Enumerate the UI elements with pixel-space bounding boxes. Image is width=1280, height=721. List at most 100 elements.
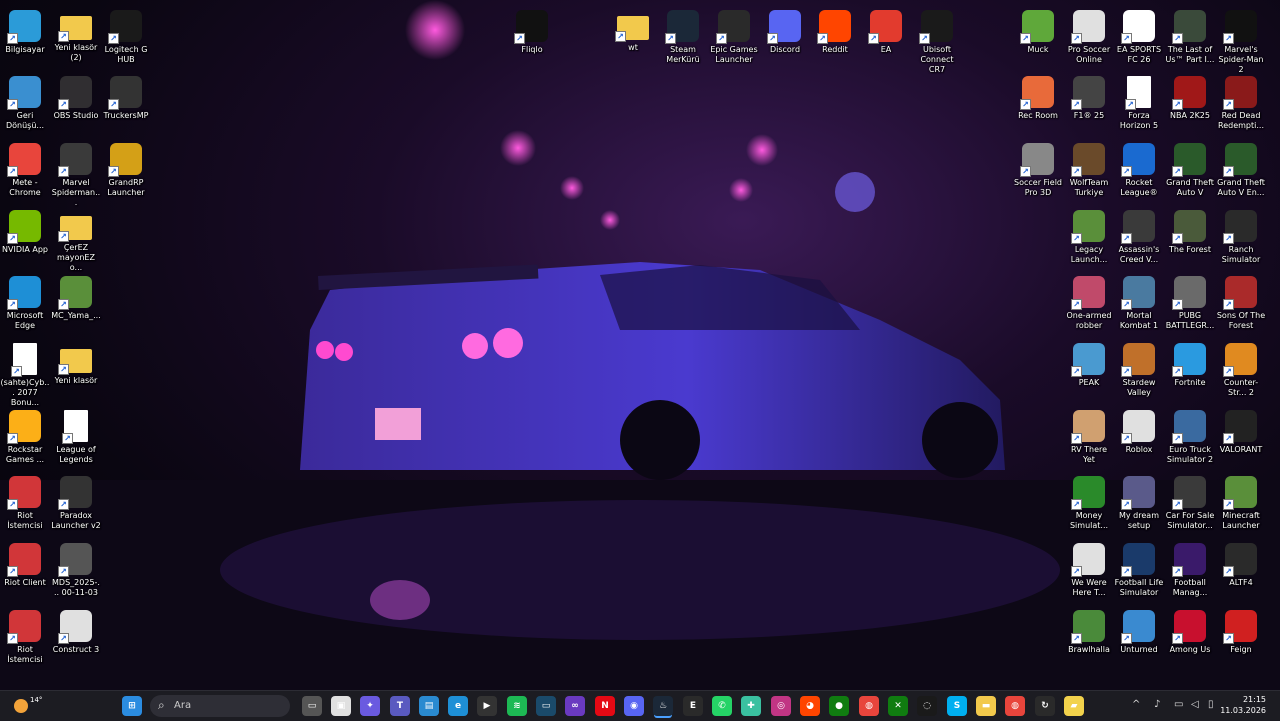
desktop-icon[interactable]: ↗ Discord xyxy=(760,10,810,55)
desktop-icon[interactable]: ↗ OBS Studio xyxy=(51,76,101,121)
clock[interactable]: 21:15 11.03.2026 xyxy=(1206,694,1266,716)
chrome-profile-icon[interactable]: ◍ xyxy=(1005,696,1025,716)
desktop-icon[interactable]: ↗ TruckersMP xyxy=(101,76,151,121)
desktop-icon[interactable]: ↗ Among Us xyxy=(1165,610,1215,655)
chevron-up-icon[interactable]: ^ xyxy=(1132,699,1140,710)
desktop-icon[interactable]: ↗ GrandRP Launcher xyxy=(101,143,151,198)
desktop-icon[interactable]: ↗ RV There Yet xyxy=(1064,410,1114,465)
ubisoft-icon[interactable]: ◌ xyxy=(917,696,937,716)
desktop-icon[interactable]: ↗ Paradox Launcher v2 xyxy=(51,476,101,531)
desktop-icon[interactable]: ↗ NVIDIA App xyxy=(0,210,50,255)
desktop-icon[interactable]: ↗ EA SPORTS FC 26 xyxy=(1114,10,1164,65)
desktop-icon[interactable]: ↗ Football Life Simulator xyxy=(1114,543,1164,598)
desktop-icon[interactable]: ↗ WolfTeam Turkiye xyxy=(1064,143,1114,198)
desktop-icon[interactable]: ↗ MC_Yama_... xyxy=(51,276,101,321)
skype-icon[interactable]: S xyxy=(947,696,967,716)
desktop-icon[interactable]: ↗ Marvel Spiderman... xyxy=(51,143,101,208)
desktop-icon[interactable]: ↗ Geri Dönüşü... xyxy=(0,76,50,131)
desktop-icon[interactable]: ↗ Football Manag... xyxy=(1165,543,1215,598)
desktop-icon[interactable]: ↗ Fliqlo xyxy=(507,10,557,55)
desktop-icon[interactable]: ↗ Fortnite xyxy=(1165,343,1215,388)
desktop-icon[interactable]: ↗ Yeni klasör (2) xyxy=(51,10,101,63)
desktop-icon[interactable]: ↗ The Forest xyxy=(1165,210,1215,255)
desktop-icon[interactable]: ↗ F1® 25 xyxy=(1064,76,1114,121)
desktop-icon[interactable]: ↗ PEAK xyxy=(1064,343,1114,388)
desktop-icon[interactable]: ↗ (sahte)Cyb... 2077 Bonu... xyxy=(0,343,50,408)
store-icon[interactable]: ▣ xyxy=(331,696,351,716)
desktop-icon[interactable]: ↗ PUBG BATTLEGR... xyxy=(1165,276,1215,331)
desktop-icon[interactable]: ↗ The Last of Us™ Part I... xyxy=(1165,10,1215,65)
microphone-icon[interactable]: ♪ xyxy=(1154,699,1160,710)
xbox-icon[interactable]: ✕ xyxy=(888,696,908,716)
desktop-icon[interactable]: ↗ Pro Soccer Online xyxy=(1064,10,1114,65)
spotify-icon[interactable]: ≋ xyxy=(507,696,527,716)
desktop-icon[interactable]: ↗ Sons Of The Forest xyxy=(1216,276,1266,331)
desktop-icon[interactable]: ↗ Muck xyxy=(1013,10,1063,55)
file-explorer-icon[interactable]: ▬ xyxy=(976,696,996,716)
desktop-icon[interactable]: ↗ wt xyxy=(608,10,658,53)
desktop-icon[interactable]: ↗ Rec Room xyxy=(1013,76,1063,121)
teams-icon[interactable]: T xyxy=(390,696,410,716)
gallery-icon[interactable]: ✚ xyxy=(741,696,761,716)
desktop-icon[interactable]: ↗ Roblox xyxy=(1114,410,1164,455)
desktop-icon[interactable]: ↗ Logitech G HUB xyxy=(101,10,151,65)
desktop-icon[interactable]: ↗ Forza Horizon 5 xyxy=(1114,76,1164,131)
desktop-icon[interactable]: ↗ ÇerEZ mayonEZ o... xyxy=(51,210,101,273)
desktop-icon[interactable]: ↗ Epic Games Launcher xyxy=(709,10,759,65)
desktop-icon[interactable]: ↗ Car For Sale Simulator... xyxy=(1165,476,1215,531)
desktop-icon[interactable]: ↗ Riot İstemcisi xyxy=(0,610,50,665)
desktop-icon[interactable]: ↗ Bilgisayar xyxy=(0,10,50,55)
epic-icon[interactable]: E xyxy=(683,696,703,716)
chrome-icon[interactable]: ◍ xyxy=(859,696,879,716)
remote-desktop-icon[interactable]: ▤ xyxy=(419,696,439,716)
desktop-icon[interactable]: ↗ Soccer Field Pro 3D xyxy=(1013,143,1063,198)
desktop-icon[interactable]: ↗ VALORANT xyxy=(1216,410,1266,455)
desktop-icon[interactable]: ↗ Brawlhalla xyxy=(1064,610,1114,655)
desktop-icon[interactable]: ↗ Mortal Kombat 1 xyxy=(1114,276,1164,331)
desktop-icon[interactable]: ↗ Red Dead Redempti... xyxy=(1216,76,1266,131)
desktop-icon[interactable]: ↗ My dream setup xyxy=(1114,476,1164,531)
start-icon[interactable]: ⊞ xyxy=(122,696,142,716)
weather-widget[interactable]: 14° xyxy=(12,695,42,717)
desktop-icon[interactable]: ↗ Grand Theft Auto V xyxy=(1165,143,1215,198)
reddit-icon[interactable]: ◕ xyxy=(800,696,820,716)
discord-icon[interactable]: ◉ xyxy=(624,696,644,716)
desktop-icon[interactable]: ↗ Minecraft Launcher xyxy=(1216,476,1266,531)
desktop-icon[interactable]: ↗ Counter-Str... 2 xyxy=(1216,343,1266,398)
desktop-icon[interactable]: ↗ EA xyxy=(861,10,911,55)
desktop-icon[interactable]: ↗ We Were Here T... xyxy=(1064,543,1114,598)
task-view-icon[interactable]: ▭ xyxy=(302,696,322,716)
desktop-icon[interactable]: ↗ Stardew Valley xyxy=(1114,343,1164,398)
desktop-icon[interactable]: ↗ Ubisoft Connect CR7 xyxy=(912,10,962,75)
desktop-icon[interactable]: ↗ Mete - Chrome xyxy=(0,143,50,198)
desktop-icon[interactable]: ↗ League of Legends xyxy=(51,410,101,465)
desktop-icon[interactable]: ↗ Assassin's Creed V... xyxy=(1114,210,1164,265)
desktop-icon[interactable]: ↗ Grand Theft Auto V En... xyxy=(1216,143,1266,198)
copilot-icon[interactable]: ✦ xyxy=(360,696,380,716)
desktop-icon[interactable]: ↗ Legacy Launch... xyxy=(1064,210,1114,265)
desktop-icon[interactable]: ↗ Unturned xyxy=(1114,610,1164,655)
desktop-icon[interactable]: ↗ Yeni klasör xyxy=(51,343,101,386)
visual-studio-icon[interactable]: ∞ xyxy=(565,696,585,716)
desktop-icon[interactable]: ↗ Euro Truck Simulator 2 xyxy=(1165,410,1215,465)
desktop-icon[interactable]: ↗ NBA 2K25 xyxy=(1165,76,1215,121)
desktop-icon[interactable]: ↗ MDS_2025-... 00-11-03 xyxy=(51,543,101,598)
desktop-icon[interactable]: ↗ Riot İstemcisi xyxy=(0,476,50,531)
desktop-icon[interactable]: ↗ Riot Client xyxy=(0,543,50,588)
desktop-icon[interactable]: ↗ Ranch Simulator xyxy=(1216,210,1266,265)
network-icon[interactable]: ▭ xyxy=(1174,699,1183,710)
desktop-icon[interactable]: ↗ Marvel's Spider-Man 2 xyxy=(1216,10,1266,75)
steam-icon[interactable]: ♨ xyxy=(653,696,673,716)
terminal-icon[interactable]: ▭ xyxy=(536,696,556,716)
desktop-icon[interactable]: ↗ One-armed robber xyxy=(1064,276,1114,331)
instagram-icon[interactable]: ◎ xyxy=(771,696,791,716)
netflix-icon[interactable]: N xyxy=(595,696,615,716)
desktop-icon[interactable]: ↗ ALTF4 xyxy=(1216,543,1266,588)
whatsapp-icon[interactable]: ✆ xyxy=(712,696,732,716)
desktop-icon[interactable]: ↗ Rockstar Games ... xyxy=(0,410,50,465)
desktop-icon[interactable]: ↗ Microsoft Edge xyxy=(0,276,50,331)
desktop-icon[interactable]: ↗ Construct 3 xyxy=(51,610,101,655)
media-player-icon[interactable]: ▶ xyxy=(477,696,497,716)
steam-spin-icon[interactable]: ↻ xyxy=(1035,696,1055,716)
desktop-icon[interactable]: ↗ Reddit xyxy=(810,10,860,55)
